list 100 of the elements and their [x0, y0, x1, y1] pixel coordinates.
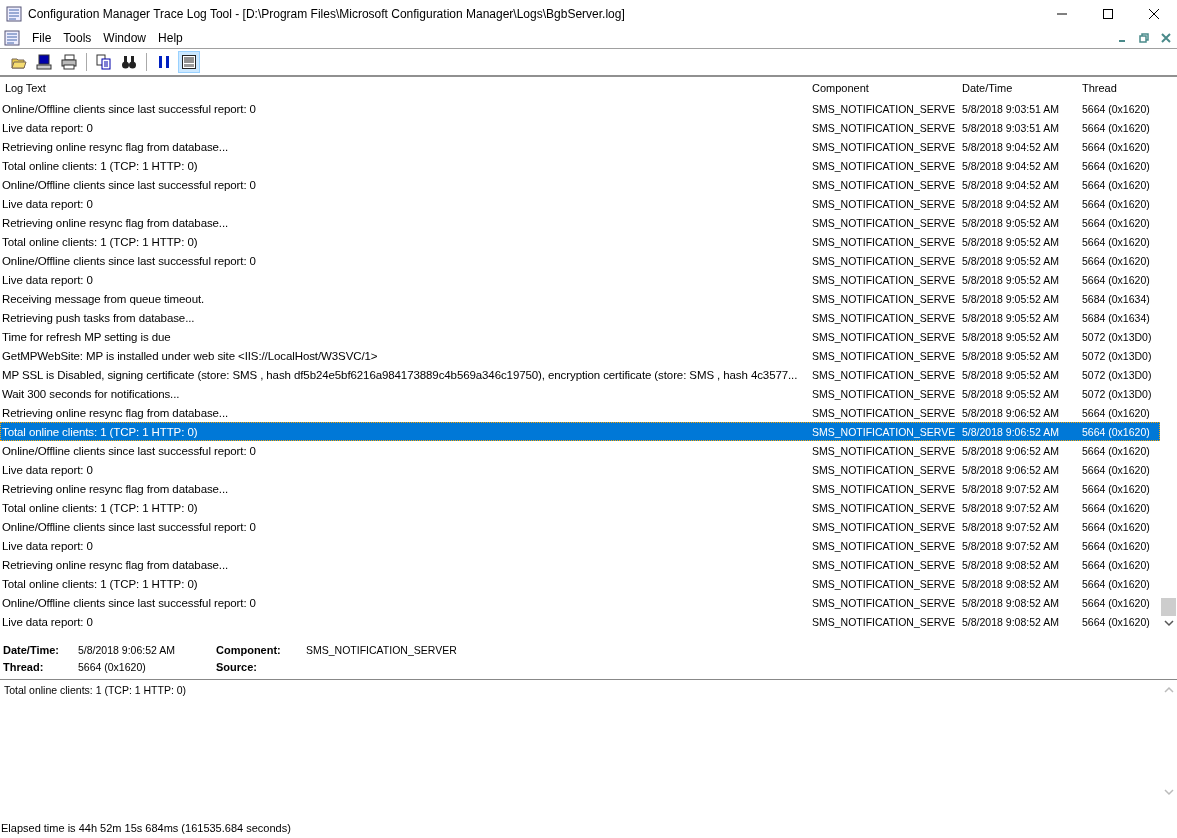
log-row[interactable]: Total online clients: 1 (TCP: 1 HTTP: 0) SMS_NOTIFICATION_SERVE 5/8/2018 9:05:52 AM 5664 (0x1620) — [0, 232, 1160, 251]
scrollbar-thumb[interactable] — [1161, 598, 1176, 616]
log-row[interactable]: Total online clients: 1 (TCP: 1 HTTP: 0) SMS_NOTIFICATION_SERVE 5/8/2018 9:06:52 AM 5664 (0x1620) — [0, 422, 1160, 441]
datetime-cell-text: 5/8/2018 9:04:52 AM — [962, 140, 1060, 153]
column-header[interactable]: Component — [812, 82, 962, 94]
thread-cell-text: 5664 (0x1620) — [1082, 178, 1151, 191]
log-row[interactable]: Total online clients: 1 (TCP: 1 HTTP: 0) SMS_NOTIFICATION_SERVE 5/8/2018 9:08:52 AM 5664 (0x1620) — [0, 574, 1160, 593]
menu-item[interactable]: File — [32, 31, 52, 45]
log-row[interactable]: Live data report: 0 SMS_NOTIFICATION_SERVE 5/8/2018 9:06:52 AM 5664 (0x1620) — [0, 460, 1160, 479]
thread-cell-text: 5664 (0x1620) — [1082, 102, 1151, 115]
component-cell-text: SMS_NOTIFICATION_SERVE — [812, 330, 957, 343]
log-row[interactable]: Live data report: 0 SMS_NOTIFICATION_SERVE 5/8/2018 9:03:51 AM 5664 (0x1620) — [0, 118, 1160, 137]
log-row[interactable]: Time for refresh MP setting is due SMS_NOTIFICATION_SERVE 5/8/2018 9:05:52 AM 5072 (0x13D0) — [0, 327, 1160, 346]
datetime-cell-text: 5/8/2018 9:06:52 AM — [962, 406, 1060, 419]
app-icon — [6, 6, 22, 22]
component-cell-text: SMS_NOTIFICATION_SERVE — [812, 235, 957, 248]
log-text-cell-text: Live data report: 0 — [1, 197, 94, 210]
log-text-cell-text: Retrieving online resync flag from database... — [1, 216, 230, 229]
menu-item[interactable]: Help — [158, 31, 183, 45]
datetime-cell-text: 5/8/2018 9:08:52 AM — [962, 596, 1060, 609]
log-row[interactable]: Live data report: 0 SMS_NOTIFICATION_SERVE 5/8/2018 9:05:52 AM 5664 (0x1620) — [0, 270, 1160, 289]
log-row[interactable]: GetMPWebSite: MP is installed under web site <IIS://LocalHost/W3SVC/1> SMS_NOTIFICATION_SERVE 5/8/2018 9:05:52 AM 5072 (0x13D0) — [0, 346, 1160, 365]
component-cell-text: SMS_NOTIFICATION_SERVE — [812, 463, 957, 476]
thread-cell-text: 5664 (0x1620) — [1082, 615, 1151, 628]
log-row[interactable]: Total online clients: 1 (TCP: 1 HTTP: 0) SMS_NOTIFICATION_SERVE 5/8/2018 9:07:52 AM 5664 (0x1620) — [0, 498, 1160, 517]
log-text-cell-text: Online/Offline clients since last successful report: 0 — [1, 102, 257, 115]
thread-cell-text: 5664 (0x1620) — [1082, 463, 1151, 476]
log-text-cell-text: Total online clients: 1 (TCP: 1 HTTP: 0) — [1, 577, 199, 590]
datetime-cell-text: 5/8/2018 9:04:52 AM — [962, 178, 1060, 191]
thread-cell-text: 5664 (0x1620) — [1082, 558, 1151, 571]
component-cell-text: SMS_NOTIFICATION_SERVE — [812, 273, 957, 286]
thread-cell-text: 5072 (0x13D0) — [1082, 349, 1153, 362]
log-row[interactable]: Live data report: 0 SMS_NOTIFICATION_SERVE 5/8/2018 9:08:52 AM 5664 (0x1620) — [0, 612, 1160, 631]
log-row[interactable]: Retrieving online resync flag from database... SMS_NOTIFICATION_SERVE 5/8/2018 9:05:52 AM 5664 (0x1620) — [0, 213, 1160, 232]
thread-cell-text: 5664 (0x1620) — [1082, 425, 1151, 438]
datetime-cell-text: 5/8/2018 9:05:52 AM — [962, 216, 1060, 229]
datetime-cell-text: 5/8/2018 9:05:52 AM — [962, 235, 1060, 248]
column-header[interactable]: Date/Time — [962, 82, 1082, 94]
detail-value: SMS_NOTIFICATION_SERVER — [306, 644, 458, 656]
log-text-cell-text: Live data report: 0 — [1, 463, 94, 476]
scroll-down-icon[interactable] — [1163, 619, 1174, 627]
detail-label: Date/Time: — [3, 644, 61, 656]
computer-icon[interactable] — [33, 51, 55, 73]
thread-cell-text: 5684 (0x1634) — [1082, 311, 1151, 324]
log-row[interactable]: Wait 300 seconds for notifications... SMS_NOTIFICATION_SERVE 5/8/2018 9:05:52 AM 5072 (0x13D0) — [0, 384, 1160, 403]
thread-cell-text: 5664 (0x1620) — [1082, 197, 1151, 210]
log-row[interactable]: Online/Offline clients since last successful report: 0 SMS_NOTIFICATION_SERVE 5/8/2018 9:07:52 AM 5664 (0x1620) — [0, 517, 1160, 536]
component-cell-text: SMS_NOTIFICATION_SERVE — [812, 102, 957, 115]
component-cell-text: SMS_NOTIFICATION_SERVE — [812, 577, 957, 590]
log-text-cell-text: Online/Offline clients since last successful report: 0 — [1, 254, 257, 267]
log-row[interactable]: Total online clients: 1 (TCP: 1 HTTP: 0) SMS_NOTIFICATION_SERVE 5/8/2018 9:04:52 AM 5664 (0x1620) — [0, 156, 1160, 175]
log-text-cell-text: Online/Offline clients since last successful report: 0 — [1, 444, 257, 457]
log-row[interactable]: Online/Offline clients since last successful report: 0 SMS_NOTIFICATION_SERVE 5/8/2018 9:08:52 AM 5664 (0x1620) — [0, 593, 1160, 612]
datetime-cell-text: 5/8/2018 9:08:52 AM — [962, 577, 1060, 590]
log-text-cell-text: Wait 300 seconds for notifications... — [1, 387, 181, 400]
detail-value: 5/8/2018 9:06:52 AM — [78, 644, 176, 656]
menu-item[interactable]: Tools — [63, 31, 92, 45]
thread-cell-text: 5664 (0x1620) — [1082, 539, 1151, 552]
log-text-cell-text: Live data report: 0 — [1, 539, 94, 552]
datetime-cell-text: 5/8/2018 9:05:52 AM — [962, 349, 1060, 362]
column-header[interactable]: Thread — [1082, 82, 1160, 94]
log-row[interactable]: Online/Offline clients since last successful report: 0 SMS_NOTIFICATION_SERVE 5/8/2018 9:04:52 AM 5664 (0x1620) — [0, 175, 1160, 194]
close-icon[interactable] — [1148, 8, 1160, 20]
log-text-cell-text: Retrieving online resync flag from database... — [1, 482, 230, 495]
component-cell-text: SMS_NOTIFICATION_SERVE — [812, 482, 957, 495]
list-view-icon[interactable] — [178, 51, 200, 73]
maximize-icon[interactable] — [1102, 8, 1114, 20]
component-cell-text: SMS_NOTIFICATION_SERVE — [812, 444, 957, 457]
datetime-cell-text: 5/8/2018 9:05:52 AM — [962, 330, 1060, 343]
datetime-cell-text: 5/8/2018 9:06:52 AM — [962, 444, 1060, 457]
log-text-cell-text: Retrieving online resync flag from database... — [1, 558, 230, 571]
datetime-cell-text: 5/8/2018 9:05:52 AM — [962, 254, 1060, 267]
log-row[interactable]: Retrieving online resync flag from database... SMS_NOTIFICATION_SERVE 5/8/2018 9:07:52 AM 5664 (0x1620) — [0, 479, 1160, 498]
detail-label: Thread: — [3, 661, 45, 673]
log-text-cell-text: Receiving message from queue timeout. — [1, 292, 206, 305]
datetime-cell-text: 5/8/2018 9:05:52 AM — [962, 311, 1060, 324]
component-cell-text: SMS_NOTIFICATION_SERVE — [812, 520, 957, 533]
log-text-cell-text: Retrieving push tasks from database... — [1, 311, 196, 324]
log-row[interactable]: Retrieving online resync flag from database... SMS_NOTIFICATION_SERVE 5/8/2018 9:06:52 AM 5664 (0x1620) — [0, 403, 1160, 422]
log-row[interactable]: Live data report: 0 SMS_NOTIFICATION_SERVE 5/8/2018 9:07:52 AM 5664 (0x1620) — [0, 536, 1160, 555]
component-cell-text: SMS_NOTIFICATION_SERVE — [812, 558, 957, 571]
datetime-cell-text: 5/8/2018 9:05:52 AM — [962, 387, 1060, 400]
log-text-cell-text: Online/Offline clients since last successful report: 0 — [1, 596, 257, 609]
log-row[interactable]: Retrieving online resync flag from database... SMS_NOTIFICATION_SERVE 5/8/2018 9:04:52 AM 5664 (0x1620) — [0, 137, 1160, 156]
menu-item[interactable]: Window — [103, 31, 147, 45]
datetime-cell-text: 5/8/2018 9:07:52 AM — [962, 539, 1060, 552]
status-text: Elapsed time is 44h 52m 15s 684ms (161535.684 seconds) — [1, 822, 291, 834]
log-row[interactable]: Online/Offline clients since last successful report: 0 SMS_NOTIFICATION_SERVE 5/8/2018 9:05:52 AM 5664 (0x1620) — [0, 251, 1160, 270]
log-row[interactable]: Retrieving push tasks from database... SMS_NOTIFICATION_SERVE 5/8/2018 9:05:52 AM 5684 (0x1634) — [0, 308, 1160, 327]
log-row[interactable]: Live data report: 0 SMS_NOTIFICATION_SERVE 5/8/2018 9:04:52 AM 5664 (0x1620) — [0, 194, 1160, 213]
log-row[interactable]: Online/Offline clients since last successful report: 0 SMS_NOTIFICATION_SERVE 5/8/2018 9:03:51 AM 5664 (0x1620) — [0, 99, 1160, 118]
column-header[interactable]: Log Text — [0, 82, 812, 94]
datetime-cell-text: 5/8/2018 9:05:52 AM — [962, 368, 1060, 381]
log-row[interactable]: Retrieving online resync flag from database... SMS_NOTIFICATION_SERVE 5/8/2018 9:08:52 AM 5664 (0x1620) — [0, 555, 1160, 574]
restore-icon[interactable] — [1139, 33, 1149, 43]
log-text-cell-text: Online/Offline clients since last successful report: 0 — [1, 520, 257, 533]
log-row[interactable]: Online/Offline clients since last successful report: 0 SMS_NOTIFICATION_SERVE 5/8/2018 9:06:52 AM 5664 (0x1620) — [0, 441, 1160, 460]
printer-icon[interactable] — [58, 51, 80, 73]
datetime-cell-text: 5/8/2018 9:07:52 AM — [962, 482, 1060, 495]
log-row[interactable]: Receiving message from queue timeout. SMS_NOTIFICATION_SERVE 5/8/2018 9:05:52 AM 5684 (0x1634) — [0, 289, 1160, 308]
